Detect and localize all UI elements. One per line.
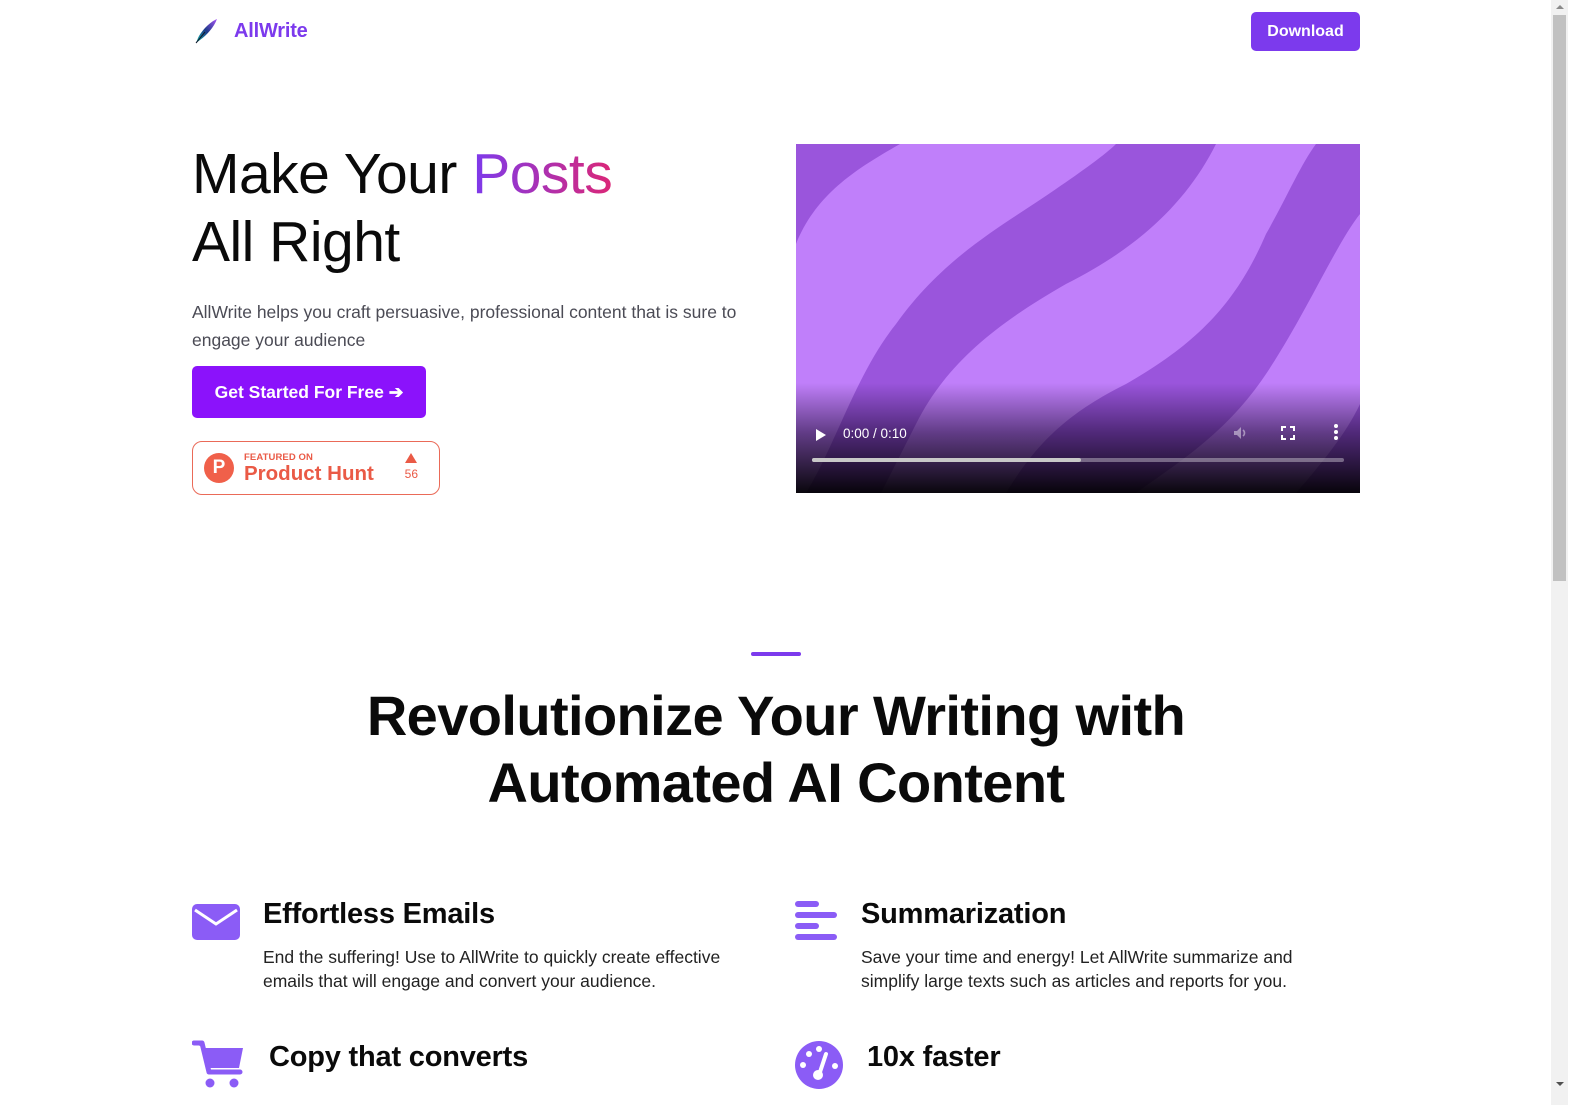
product-hunt-text: FEATURED ON Product Hunt bbox=[244, 452, 374, 485]
feature-title: 10x faster bbox=[867, 1041, 1001, 1073]
get-started-button[interactable]: Get Started For Free ➔ bbox=[192, 366, 426, 418]
more-options-icon[interactable] bbox=[1333, 424, 1339, 442]
brand-name: AllWrite bbox=[234, 19, 308, 42]
hero-title: Make Your Posts All Right bbox=[192, 140, 613, 276]
download-button[interactable]: Download bbox=[1251, 12, 1360, 51]
feature-description: End the suffering! Use to AllWrite to qu… bbox=[263, 947, 721, 991]
page-scrollbar[interactable] bbox=[1551, 0, 1568, 1105]
upvote-counter: 56 bbox=[405, 453, 418, 481]
brand-logo-link[interactable]: AllWrite bbox=[192, 16, 308, 46]
features-title-line1: Revolutionize Your Writing with bbox=[366, 684, 1186, 747]
text-lines-icon bbox=[795, 901, 837, 940]
feature-title: Effortless Emails bbox=[263, 898, 495, 930]
site-header: AllWrite Download bbox=[192, 0, 1360, 64]
upvote-count: 56 bbox=[404, 467, 418, 481]
demo-video-player[interactable]: 0:00 / 0:10 bbox=[796, 144, 1360, 493]
hero-title-part1: Make Your bbox=[192, 142, 473, 206]
volume-icon[interactable] bbox=[1232, 424, 1250, 442]
quill-pen-icon bbox=[195, 19, 217, 44]
scroll-down-arrow-icon[interactable] bbox=[1551, 1077, 1568, 1091]
speedometer-icon bbox=[795, 1041, 843, 1089]
window-edge bbox=[1568, 0, 1584, 1105]
feature-title: Summarization bbox=[861, 898, 1067, 930]
scroll-up-arrow-icon[interactable] bbox=[1551, 0, 1568, 14]
fullscreen-icon[interactable] bbox=[1281, 426, 1295, 440]
product-hunt-badge[interactable]: P FEATURED ON Product Hunt 56 bbox=[192, 441, 440, 495]
shopping-cart-icon bbox=[192, 1040, 243, 1088]
video-buffered-fill bbox=[812, 458, 1081, 462]
play-icon[interactable] bbox=[816, 429, 826, 441]
landing-page: AllWrite Download Make Your Posts All Ri… bbox=[0, 0, 1551, 1105]
hero-title-part2: All Right bbox=[192, 210, 400, 274]
hero-title-accent: Posts bbox=[472, 142, 613, 206]
hero-subtitle: AllWrite helps you craft persuasive, pro… bbox=[192, 302, 737, 350]
section-divider bbox=[751, 652, 801, 656]
triangle-up-icon bbox=[405, 453, 418, 463]
features-section-title: Revolutionize Your Writing with Automate… bbox=[276, 682, 1276, 816]
video-progress-bar[interactable] bbox=[812, 458, 1344, 462]
envelope-icon bbox=[192, 904, 240, 940]
video-controls: 0:00 / 0:10 bbox=[796, 413, 1360, 493]
feature-title: Copy that converts bbox=[269, 1041, 529, 1073]
features-title-line2: Automated AI Content bbox=[487, 751, 1066, 814]
video-time-display: 0:00 / 0:10 bbox=[843, 426, 907, 441]
feature-description: Save your time and energy! Let AllWrite … bbox=[861, 947, 1293, 991]
scrollbar-thumb[interactable] bbox=[1553, 15, 1566, 581]
featured-on-label: FEATURED ON bbox=[244, 451, 314, 463]
product-hunt-name: Product Hunt bbox=[244, 461, 374, 485]
product-hunt-logo-icon: P bbox=[204, 453, 234, 483]
